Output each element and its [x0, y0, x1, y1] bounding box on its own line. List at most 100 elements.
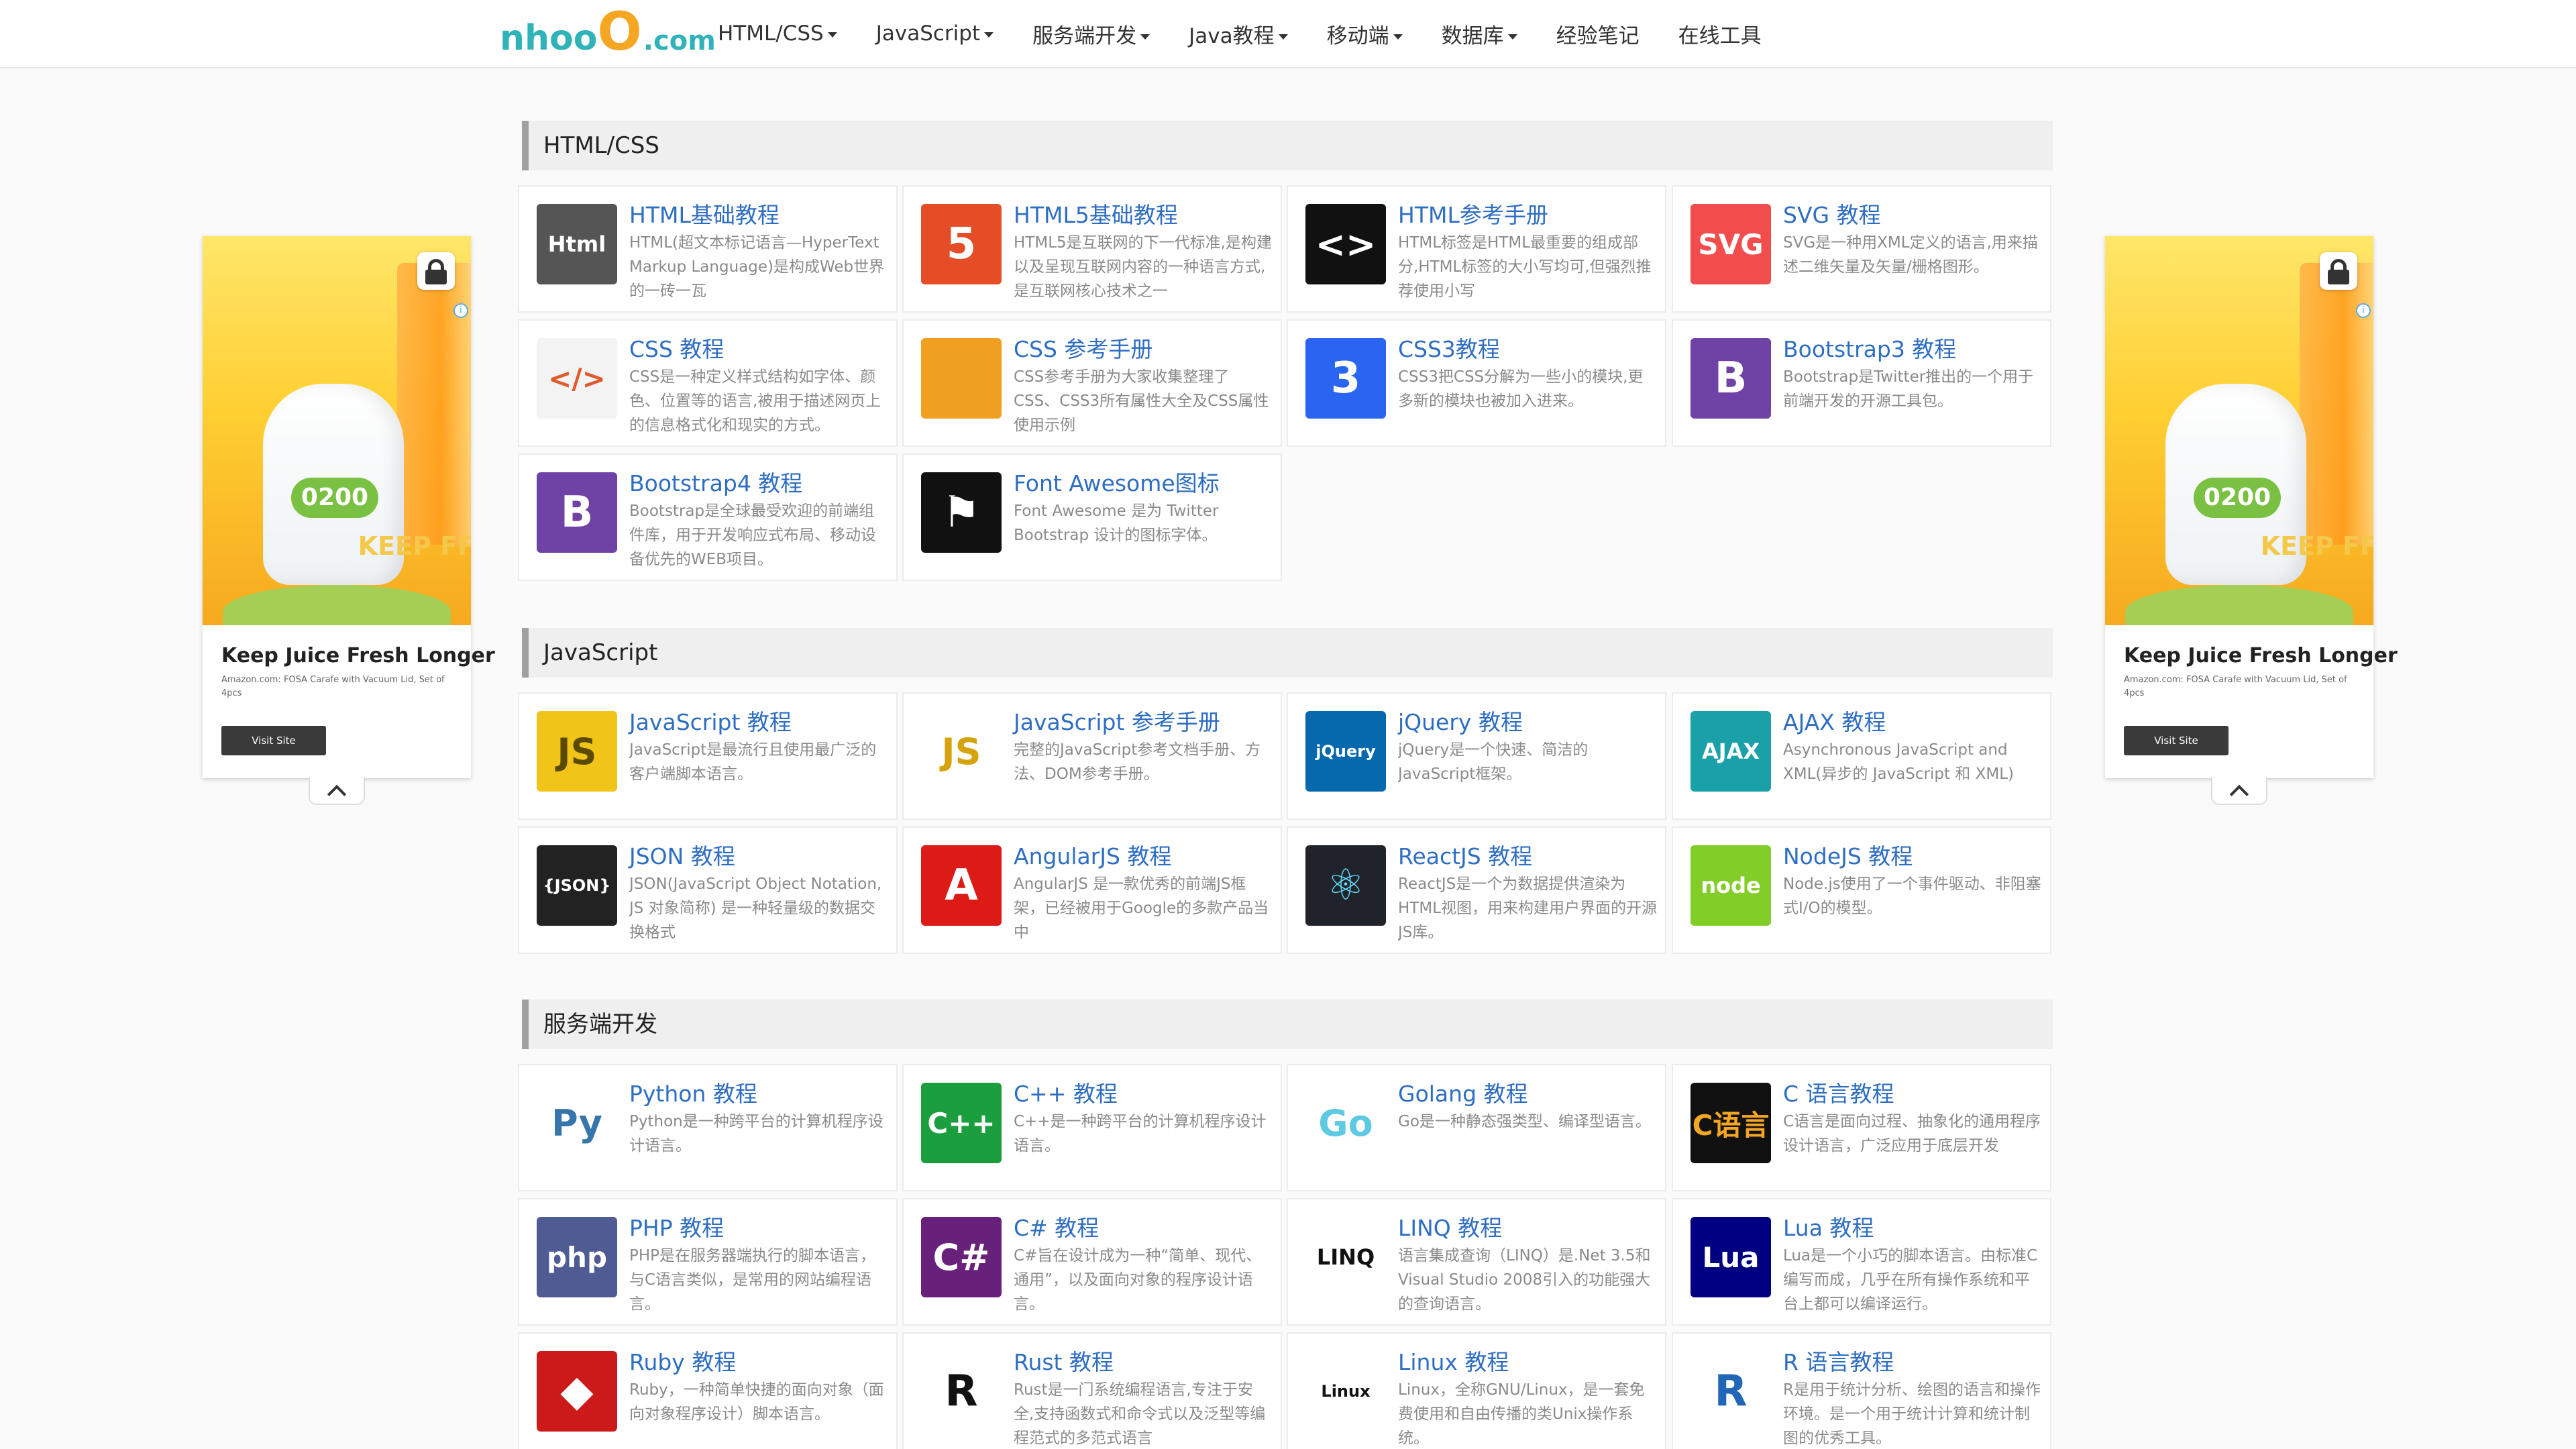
card-title-link[interactable]: Linux 教程: [1398, 1344, 1509, 1377]
card-title-link[interactable]: AngularJS 教程: [1014, 839, 1171, 871]
nav-server-dev[interactable]: 服务端开发: [1032, 19, 1150, 49]
card-title-link[interactable]: Lua 教程: [1783, 1210, 1874, 1242]
card-title-link[interactable]: R 语言教程: [1783, 1344, 1894, 1377]
ajax-icon: AJAX: [1690, 711, 1771, 792]
card-title-link[interactable]: NodeJS 教程: [1783, 839, 1913, 871]
tutorial-card[interactable]: SVG SVG 教程 SVG是一种用XML定义的语言,用来描述二维矢量及矢量/栅格图…: [1672, 185, 2051, 313]
tutorial-card[interactable]: jQuery jQuery 教程 jQuery是一个快速、简洁的JavaScript…: [1287, 692, 1666, 820]
card-title-link[interactable]: ReactJS 教程: [1398, 839, 1532, 871]
tutorial-card[interactable]: php PHP 教程 PHP是在服务器端执行的脚本语言，与C语言类似，是常用的网站编…: [518, 1198, 898, 1326]
icon-glyph: jQuery: [1316, 742, 1376, 761]
card-description: Python是一种跨平台的计算机程序设计语言。: [629, 1113, 883, 1155]
card-title-link[interactable]: C 语言教程: [1783, 1076, 1894, 1108]
tutorial-card[interactable]: ⚑ Font Awesome图标 Font Awesome 是为 Twitter B…: [902, 453, 1282, 581]
left-ad-banner[interactable]: 0200 KEEP FF i Keep Juice Fresh Longer A…: [203, 236, 495, 778]
tutorial-card[interactable]: LINQ LINQ 教程 语言集成查询（LINQ）是.Net 3.5和Visual …: [1287, 1198, 1666, 1326]
lock-icon[interactable]: [2320, 252, 2357, 290]
python-icon: Py: [537, 1083, 617, 1163]
ad-visit-button[interactable]: Visit Site: [2124, 726, 2229, 755]
card-title-link[interactable]: CSS 教程: [629, 331, 724, 364]
ad-collapse-button[interactable]: [309, 777, 365, 805]
card-title-link[interactable]: C++ 教程: [1014, 1076, 1118, 1108]
tutorial-card[interactable]: JS JavaScript 教程 JavaScript是最流行且使用最广泛的客户端脚…: [518, 692, 898, 820]
ad-info-icon[interactable]: i: [2356, 303, 2371, 318]
card-title-link[interactable]: HTML基础教程: [629, 197, 780, 229]
site-logo[interactable]: nhooO.com: [500, 5, 716, 59]
nav-mobile[interactable]: 移动端: [1327, 19, 1403, 49]
card-title-link[interactable]: HTML参考手册: [1398, 197, 1548, 229]
right-ad-banner[interactable]: 0200 KEEP FF i Keep Juice Fresh Longer A…: [2105, 236, 2398, 778]
card-title-link[interactable]: Rust 教程: [1014, 1344, 1114, 1377]
tutorial-card[interactable]: CSS 参考手册 CSS参考手册为大家收集整理了CSS、CSS3所有属性大全及CS…: [902, 319, 1282, 447]
card-description: 完整的JavaScript参考文档手册、方法、DOM参考手册。: [1014, 741, 1261, 783]
tutorial-card[interactable]: Html HTML基础教程 HTML(超文本标记语言—HyperText Marku…: [518, 185, 898, 313]
tutorial-card[interactable]: ◆ Ruby 教程 Ruby，一种简单快捷的面向对象（面向对象程序设计）脚本语言。: [518, 1332, 898, 1449]
ruby-gem-icon: ◆: [537, 1351, 617, 1432]
card-description: Rust是一门系统编程语言,专注于安全,支持函数式和命令式以及泛型等编程范式的多…: [1014, 1381, 1266, 1447]
ad-info-icon[interactable]: i: [453, 303, 468, 318]
icon-glyph: Py: [551, 1102, 602, 1144]
tutorial-card[interactable]: node NodeJS 教程 Node.js使用了一个事件驱动、非阻塞式I/O的模型…: [1672, 826, 2051, 954]
tutorial-card[interactable]: 5 HTML5基础教程 HTML5是互联网的下一代标准,是构建以及呈现互联网内容的一…: [902, 185, 1282, 313]
nav-html-css[interactable]: HTML/CSS: [718, 21, 837, 46]
card-description: R是用于统计分析、绘图的语言和操作环境。是一个用于统计计算和统计制图的优秀工具。: [1783, 1381, 2041, 1447]
ad-keep-text: KEEP FF: [358, 531, 471, 561]
card-title-link[interactable]: PHP 教程: [629, 1210, 724, 1242]
card-title-link[interactable]: CSS 参考手册: [1014, 331, 1152, 364]
card-title-link[interactable]: jQuery 教程: [1398, 704, 1523, 737]
tutorial-card[interactable]: Linux Linux 教程 Linux，全称GNU/Linux，是一套免费使用和自…: [1287, 1332, 1666, 1449]
tutorial-card[interactable]: AJAX AJAX 教程 Asynchronous JavaScript and X…: [1672, 692, 2051, 820]
javascript-book-icon: JS: [921, 711, 1002, 792]
tutorial-card[interactable]: A AngularJS 教程 AngularJS 是一款优秀的前端JS框架，已经被用…: [902, 826, 1282, 954]
lock-icon[interactable]: [417, 252, 455, 290]
chevron-up-icon: [2229, 784, 2249, 804]
card-title-link[interactable]: Python 教程: [629, 1076, 757, 1108]
tutorial-card[interactable]: Go Golang 教程 Go是一种静态强类型、编译型语言。: [1287, 1064, 1666, 1191]
card-title-link[interactable]: Bootstrap3 教程: [1783, 331, 1956, 364]
ad-visit-button[interactable]: Visit Site: [221, 726, 326, 755]
card-description: HTML(超文本标记语言—HyperText Markup Language)是…: [629, 234, 885, 300]
tutorial-card[interactable]: 3 CSS3教程 CSS3把CSS分解为一些小的模块,更多新的模块也被加入进来。: [1287, 319, 1666, 447]
card-title-link[interactable]: JSON 教程: [629, 839, 735, 871]
tutorial-card[interactable]: C# C# 教程 C#旨在设计成为一种“简单、现代、通用”，以及面向对象的程序设计语…: [902, 1198, 1282, 1326]
tutorial-card[interactable]: Py Python 教程 Python是一种跨平台的计算机程序设计语言。: [518, 1064, 898, 1191]
nav-notes[interactable]: 经验笔记: [1556, 19, 1640, 49]
ad-title: Keep Juice Fresh Longer: [221, 644, 495, 667]
icon-glyph: R: [1714, 1366, 1748, 1416]
card-title-link[interactable]: LINQ 教程: [1398, 1210, 1502, 1242]
card-title-link[interactable]: Ruby 教程: [629, 1344, 736, 1377]
nav-javascript[interactable]: JavaScript: [876, 21, 994, 46]
nav-java[interactable]: Java教程: [1189, 19, 1288, 49]
tutorial-card[interactable]: B Bootstrap3 教程 Bootstrap是Twitter推出的一个用于前端…: [1672, 319, 2051, 447]
card-title-link[interactable]: C# 教程: [1014, 1210, 1099, 1242]
tutorial-card[interactable]: Lua Lua 教程 Lua是一个小巧的脚本语言。由标准C编写而成，几乎在所有操作系…: [1672, 1198, 2051, 1326]
card-title-link[interactable]: JavaScript 教程: [629, 704, 792, 737]
tutorial-card[interactable]: {JSON} JSON 教程 JSON(JavaScript Object Nota…: [518, 826, 898, 954]
nav-label: 服务端开发: [1032, 23, 1137, 48]
nav-tools[interactable]: 在线工具: [1678, 19, 1762, 49]
tutorial-card[interactable]: C语言 C 语言教程 C语言是面向过程、抽象化的通用程序设计语言，广泛应用于底层开发: [1672, 1064, 2051, 1191]
bootstrap-icon: B: [537, 472, 617, 553]
tutorial-card[interactable]: <> HTML参考手册 HTML标签是HTML最重要的组成部分,HTML标签的大小写…: [1287, 185, 1666, 313]
ad-collapse-button[interactable]: [2211, 777, 2267, 805]
card-title-link[interactable]: Font Awesome图标: [1014, 466, 1220, 498]
tutorial-card[interactable]: JS JavaScript 参考手册完整的JavaScript参考文档手册、方法、…: [902, 692, 1282, 820]
card-title-link[interactable]: Golang 教程: [1398, 1076, 1528, 1108]
tutorial-card[interactable]: ⚛ ReactJS 教程 ReactJS是一个为数据提供渲染为HTML视图，用来构建…: [1287, 826, 1666, 954]
card-title-link[interactable]: CSS3教程: [1398, 331, 1500, 364]
tutorial-card[interactable]: C++ C++ 教程 C++是一种跨平台的计算机程序设计语言。: [902, 1064, 1282, 1191]
tutorial-card[interactable]: </> CSS 教程 CSS是一种定义样式结构如字体、颜色、位置等的语言,被用于描述…: [518, 319, 898, 447]
card-title-link[interactable]: SVG 教程: [1783, 197, 1881, 229]
card-description: HTML标签是HTML最重要的组成部分,HTML标签的大小写均可,但强烈推荐使用…: [1398, 234, 1652, 300]
card-title-link[interactable]: JavaScript 参考手册: [1014, 704, 1220, 737]
icon-glyph: ⚛: [1326, 861, 1365, 910]
tutorial-card[interactable]: B Bootstrap4 教程 Bootstrap是全球最受欢迎的前端组件库，用于开…: [518, 453, 898, 581]
icon-glyph: php: [546, 1240, 608, 1274]
card-title-link[interactable]: HTML5基础教程: [1014, 197, 1178, 229]
card-title-link[interactable]: Bootstrap4 教程: [629, 466, 802, 498]
nav-database[interactable]: 数据库: [1442, 19, 1517, 49]
tutorial-card[interactable]: R R 语言教程 R是用于统计分析、绘图的语言和操作环境。是一个用于统计计算和统计制…: [1672, 1332, 2051, 1449]
r-language-icon: R: [1690, 1351, 1771, 1432]
tutorial-card[interactable]: R Rust 教程 Rust是一门系统编程语言,专注于安全,支持函数式和命令式以及泛…: [902, 1332, 1282, 1449]
card-title-link[interactable]: AJAX 教程: [1783, 704, 1886, 737]
